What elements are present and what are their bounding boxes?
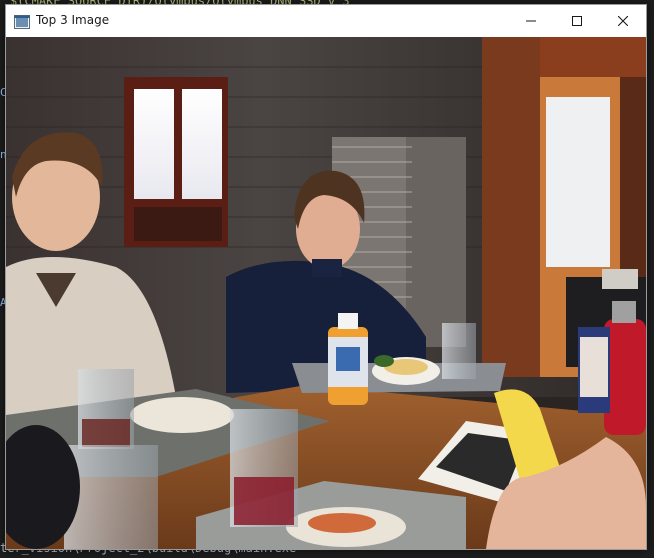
close-icon bbox=[618, 16, 628, 26]
minimize-icon bbox=[526, 16, 536, 26]
cafeteria-photo bbox=[6, 37, 646, 549]
water-glass bbox=[442, 323, 476, 379]
close-button[interactable] bbox=[600, 5, 646, 37]
title-bar[interactable]: Top 3 Image bbox=[6, 5, 646, 37]
red-sauce-bottle bbox=[604, 319, 646, 435]
maximize-button[interactable] bbox=[554, 5, 600, 37]
window-title: Top 3 Image bbox=[36, 13, 110, 27]
wooden-column bbox=[482, 37, 540, 377]
maximize-icon bbox=[572, 16, 582, 26]
bright-window-right bbox=[546, 97, 610, 267]
minimize-button[interactable] bbox=[508, 5, 554, 37]
image-window[interactable]: Top 3 Image bbox=[5, 4, 647, 550]
window-app-icon bbox=[14, 14, 30, 29]
